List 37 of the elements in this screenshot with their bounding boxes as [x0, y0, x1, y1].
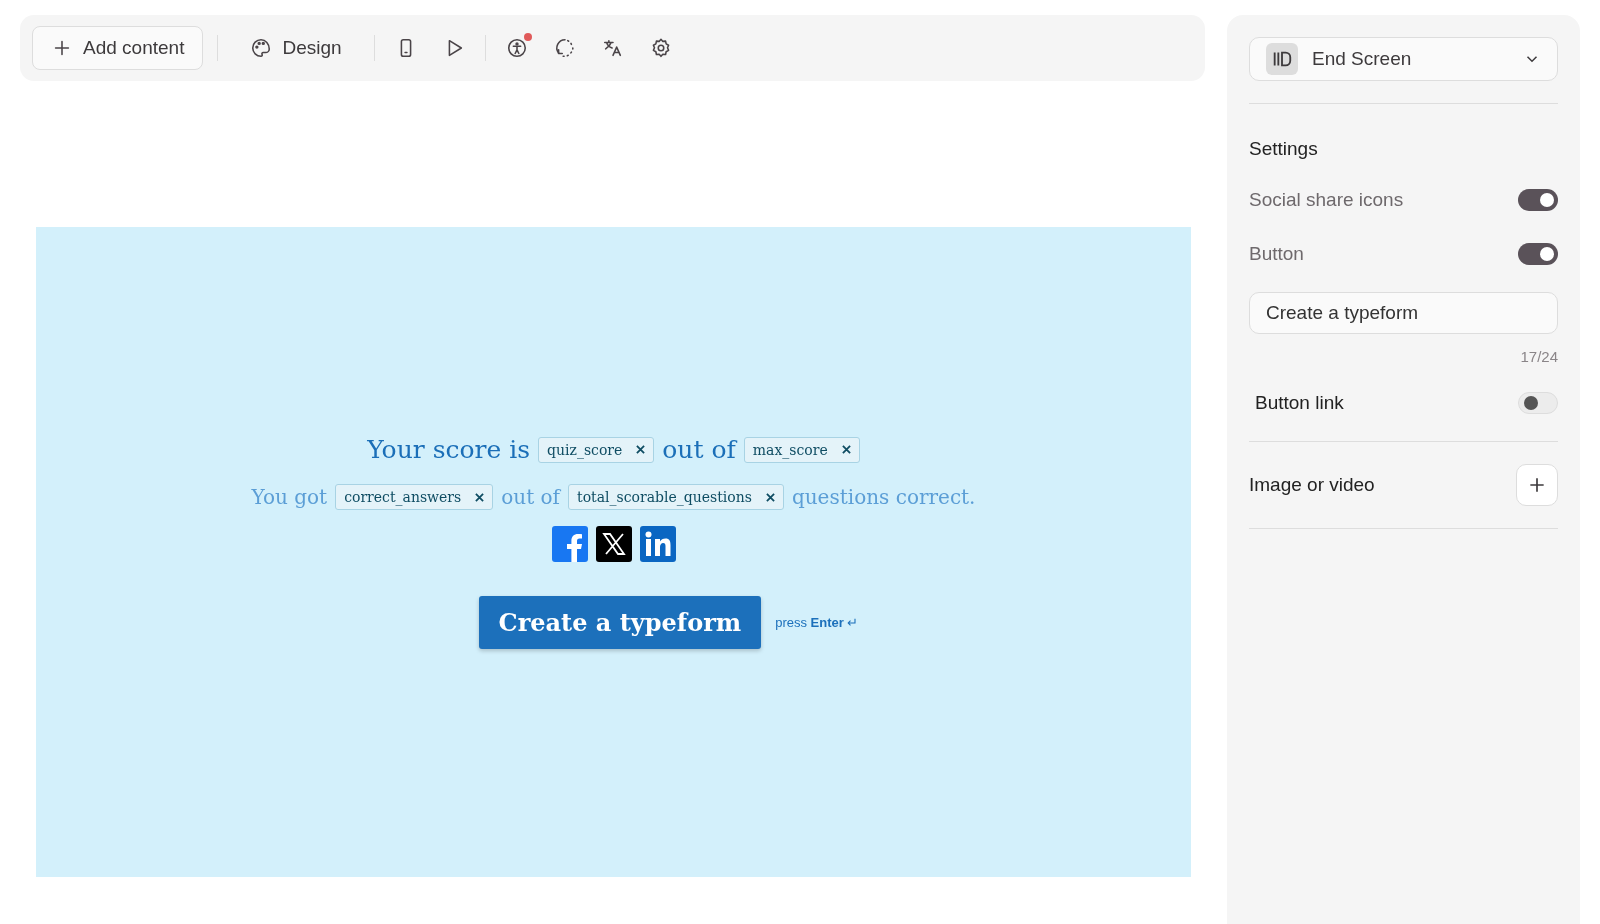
facebook-icon[interactable]	[551, 526, 588, 562]
translate-icon[interactable]	[601, 37, 624, 59]
variable-tag[interactable]: quiz_score	[538, 436, 655, 463]
setting-label: Button	[1249, 243, 1304, 265]
variable-tag[interactable]: total_scorable_questions	[568, 484, 784, 510]
add-content-button[interactable]: Add content	[32, 26, 204, 70]
section-title: Settings	[1249, 138, 1319, 160]
accessibility-icon[interactable]	[505, 37, 528, 59]
toggle-switch[interactable]	[1518, 243, 1558, 265]
toggle-switch[interactable]	[1518, 189, 1558, 211]
score-text: out of	[501, 485, 560, 509]
remove-icon[interactable]	[841, 445, 851, 454]
palette-icon[interactable]	[250, 37, 273, 59]
character-counter: 17/24	[1519, 348, 1558, 365]
score-text: You got	[251, 485, 328, 509]
score-text: Your score is	[367, 435, 531, 464]
setting-label: Button link	[1255, 392, 1344, 414]
remove-icon[interactable]	[765, 492, 775, 502]
plus-icon	[1527, 475, 1547, 495]
linkedin-icon[interactable]	[639, 526, 676, 562]
button-text-field[interactable]: Create a typeform	[1249, 292, 1558, 334]
design-button[interactable]: Design	[232, 27, 360, 69]
block-type-dropdown[interactable]: End Screen	[1249, 37, 1558, 81]
remove-icon[interactable]	[475, 492, 485, 502]
score-text: out of	[662, 435, 736, 464]
variable-tag[interactable]: max_score	[743, 436, 860, 463]
dotted-circle-arrow-icon[interactable]	[553, 37, 576, 59]
section-label: Image or video	[1249, 474, 1375, 496]
press-enter-hint: press Enter ↵	[775, 615, 859, 630]
x-logo-icon[interactable]	[595, 526, 632, 562]
score-text: questions correct.	[791, 485, 976, 509]
toggle-switch[interactable]	[1518, 392, 1558, 414]
remove-icon[interactable]	[636, 445, 646, 454]
create-typeform-button[interactable]: Create a typeform	[478, 596, 762, 649]
add-media-button[interactable]	[1516, 464, 1558, 506]
variable-tag[interactable]: correct_answers	[335, 484, 494, 510]
setting-label: Social share icons	[1249, 189, 1404, 211]
